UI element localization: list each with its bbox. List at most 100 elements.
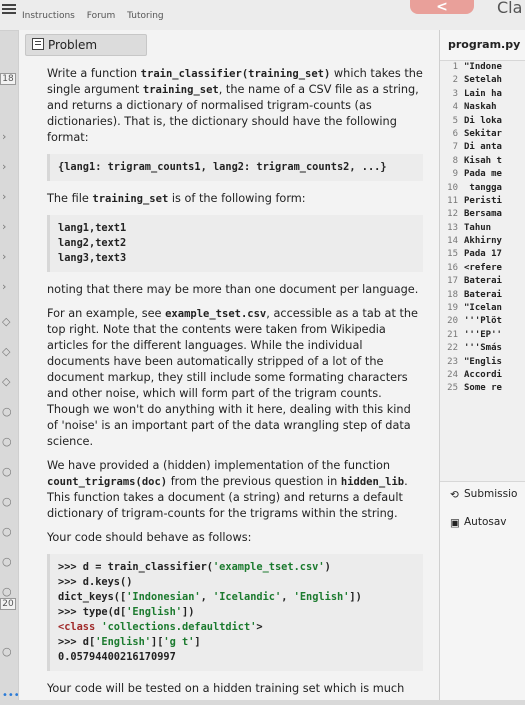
code-editor[interactable]: 1 "Indone 2 Setelah 3 Lain ha 4 Naskah 5 Di loka 6…	[440, 60, 525, 482]
menu-icon[interactable]	[2, 2, 16, 16]
editor-line[interactable]: 25 Some re	[440, 382, 525, 395]
line-text: Accordi	[464, 369, 502, 380]
line-number: 18	[447, 289, 458, 300]
line-number: 7	[452, 142, 458, 153]
line-text: <refere	[464, 262, 502, 273]
editor-line[interactable]: 1 "Indone	[440, 61, 525, 74]
line-text: "Englis	[464, 356, 502, 367]
chevron-right-icon[interactable]: ›	[2, 190, 6, 203]
editor-line[interactable]: 24 Accordi	[440, 369, 525, 382]
editor-line[interactable]: 10 tangga	[440, 182, 525, 195]
editor-line[interactable]: 19 "Icelan	[440, 302, 525, 315]
left-gutter: 18 › › › › › › ◇ ◇ ◇ ○ ○ ○ ○ ○ ○ ○ 20 ○ …	[0, 30, 20, 701]
line-number: 19	[447, 303, 458, 314]
top-tabs: Instructions Forum Tutoring	[22, 11, 173, 21]
chevron-right-icon[interactable]: ›	[2, 250, 6, 263]
line-number: 5	[452, 115, 458, 126]
editor-line[interactable]: 22 '''Smás	[440, 342, 525, 355]
line-number: 4	[452, 102, 458, 113]
editor-line[interactable]: 12 Bersama	[440, 208, 525, 221]
autosave-button[interactable]: ▣ Autosav	[450, 516, 507, 529]
editor-panel: program.py 1 "Indone 2 Setelah 3 Lain ha 4 Nask…	[440, 30, 525, 700]
editor-line[interactable]: 23 "Englis	[440, 356, 525, 369]
line-text: Some re	[464, 383, 502, 394]
editor-line[interactable]: 6 Sekitar	[440, 128, 525, 141]
editor-line[interactable]: 13 Tahun	[440, 222, 525, 235]
document-icon	[32, 38, 44, 50]
line-text: Kisah t	[464, 155, 502, 166]
editor-line[interactable]: 20 '''Plöt	[440, 315, 525, 328]
submission-button[interactable]: ⟲ Submissio	[450, 488, 517, 501]
chevron-right-icon[interactable]: ›	[2, 130, 6, 143]
editor-line[interactable]: 18 Baterai	[440, 289, 525, 302]
line-text: Pada 17	[464, 249, 502, 260]
line-number: 1	[452, 62, 458, 72]
file-form-code: lang1,text1 lang2,text2 lang3,text3	[47, 215, 423, 272]
line-number: 13	[447, 222, 458, 233]
tab-tutoring[interactable]: Tutoring	[127, 11, 164, 21]
gutter-number[interactable]: 20	[0, 598, 16, 610]
editor-line[interactable]: 8 Kisah t	[440, 155, 525, 168]
chevron-right-icon[interactable]: ›	[2, 220, 6, 233]
tab-forum[interactable]: Forum	[87, 11, 116, 21]
line-number: 21	[447, 329, 458, 340]
tab-instructions[interactable]: Instructions	[22, 11, 75, 21]
circle-icon[interactable]: ○	[2, 465, 12, 478]
line-text: Lain ha	[464, 88, 502, 99]
paragraph-intro: Write a function train_classifier(traini…	[47, 67, 423, 144]
circle-icon[interactable]: ○	[2, 435, 12, 448]
line-text: Di loka	[464, 115, 502, 126]
circle-icon[interactable]: ○	[2, 495, 12, 508]
editor-line[interactable]: 4 Naskah	[440, 101, 525, 114]
line-number: 20	[447, 316, 458, 327]
line-number: 17	[447, 276, 458, 287]
circle-icon[interactable]: ○	[2, 405, 12, 418]
line-number: 23	[447, 356, 458, 367]
line-text: Baterai	[464, 289, 502, 300]
paragraph-note: noting that there may be more than one d…	[47, 283, 419, 296]
chevron-right-icon[interactable]: ›	[2, 160, 6, 173]
line-number: 22	[447, 343, 458, 354]
editor-line[interactable]: 16 <refere	[440, 262, 525, 275]
line-text: Pada me	[464, 169, 502, 180]
circle-icon[interactable]: ○	[2, 585, 12, 598]
editor-line[interactable]: 3 Lain ha	[440, 88, 525, 101]
editor-line[interactable]: 11 Peristi	[440, 195, 525, 208]
editor-filename[interactable]: program.py	[448, 38, 520, 51]
editor-line[interactable]: 21 '''EP''	[440, 329, 525, 342]
paragraph-hidden-impl: We have provided a (hidden) implementati…	[47, 459, 408, 520]
line-text: Bersama	[464, 209, 502, 220]
editor-line[interactable]: 7 Di anta	[440, 141, 525, 154]
line-text: '''EP''	[464, 329, 502, 340]
circle-icon[interactable]: ○	[2, 555, 12, 568]
diamond-icon[interactable]: ◇	[2, 315, 10, 328]
problem-header[interactable]: Problem	[25, 34, 147, 56]
line-text: Peristi	[464, 195, 502, 206]
editor-line[interactable]: 17 Baterai	[440, 275, 525, 288]
editor-line[interactable]: 5 Di loka	[440, 115, 525, 128]
diamond-icon[interactable]: ◇	[2, 345, 10, 358]
save-icon: ▣	[450, 517, 460, 529]
editor-line[interactable]: 14 Akhirny	[440, 235, 525, 248]
chevron-right-icon[interactable]: ›	[2, 280, 6, 293]
diamond-icon[interactable]: ◇	[2, 375, 10, 388]
previous-button[interactable]: <	[410, 0, 474, 14]
example-session-code: >>> d = train_classifier('example_tset.c…	[47, 554, 423, 671]
line-text: Tahun	[464, 222, 492, 233]
line-text: tangga	[464, 182, 502, 193]
line-number: 3	[452, 88, 458, 99]
editor-line[interactable]: 9 Pada me	[440, 168, 525, 181]
line-text: Setelah	[464, 75, 502, 86]
editor-line[interactable]: 15 Pada 17	[440, 248, 525, 261]
dict-format-code: {lang1: trigram_counts1, lang2: trigram_…	[47, 154, 423, 181]
line-number: 10	[447, 182, 458, 193]
line-number: 14	[447, 236, 458, 247]
top-right-label[interactable]: Cla	[497, 0, 522, 17]
line-text: Di anta	[464, 142, 502, 153]
circle-icon[interactable]: ○	[2, 645, 12, 658]
example-file-name: example_tset.csv	[165, 308, 267, 320]
editor-line[interactable]: 2 Setelah	[440, 74, 525, 87]
circle-icon[interactable]: ○	[2, 525, 12, 538]
line-number: 16	[447, 262, 458, 273]
gutter-number[interactable]: 18	[0, 73, 16, 85]
